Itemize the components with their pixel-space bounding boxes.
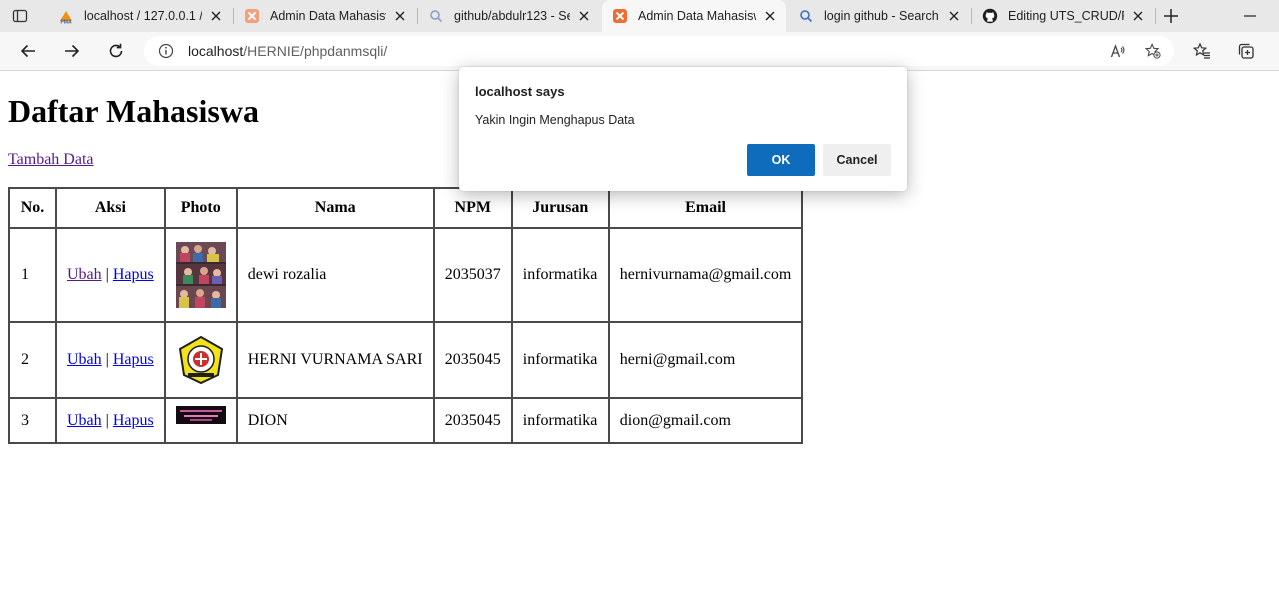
tab-title: Admin Data Mahasisw [270,9,386,23]
cell-nama: dewi rozalia [235,227,435,323]
tab-github-search[interactable]: github/abdulr123 - Se [418,0,600,32]
cell-nama: HERNI VURNAMA SARI [235,321,435,399]
url-path: /HERNIE/phpdanmsqli/ [243,43,388,59]
cell-no: 1 [8,227,57,323]
column-header-npm: NPM [432,187,513,229]
search-icon [428,8,444,24]
close-icon[interactable] [946,8,962,24]
cell-no: 3 [8,397,57,444]
tab-phpmyadmin[interactable]: PMA localhost / 127.0.0.1 / t [48,0,232,32]
tab-github-editing[interactable]: Editing UTS_CRUD/RE [972,0,1154,32]
search-icon [798,8,814,24]
edit-link[interactable]: Ubah [67,412,102,429]
cell-aksi: Ubah | Hapus [55,227,166,323]
cell-npm: 2035045 [432,397,513,444]
xampp-icon [612,8,628,24]
delete-link[interactable]: Hapus [113,351,154,368]
column-header-no: No. [8,187,57,229]
close-icon[interactable] [392,8,408,24]
cell-nama: DION [235,397,435,444]
tab-title: Admin Data Mahasisw [638,9,756,23]
cell-no: 2 [8,321,57,399]
action-separator: | [105,351,109,368]
column-header-nama: Nama [235,187,435,229]
cell-npm: 2035045 [432,321,513,399]
table-header-row: No. Aksi Photo Nama NPM Jurusan Email [8,187,804,229]
url-text[interactable]: localhost/HERNIE/phpdanmsqli/ [188,43,387,59]
cell-photo [163,321,238,399]
student-photo-logo [178,335,223,385]
edit-link[interactable]: Ubah [67,351,102,368]
dialog-message: Yakin Ingin Menghapus Data [475,113,635,127]
confirm-dialog: localhost says Yakin Ingin Menghapus Dat… [459,67,907,191]
table-row: 1 Ubah | Hapus dewi rozalia 2035037 info… [8,227,804,323]
cell-email: herni@gmail.com [607,321,804,399]
action-separator: | [105,266,109,283]
forward-icon[interactable] [60,39,84,63]
address-bar[interactable]: localhost/HERNIE/phpdanmsqli/ [144,36,1174,66]
add-data-link[interactable]: Tambah Data [8,151,94,169]
close-icon[interactable] [1130,8,1146,24]
read-aloud-icon[interactable] [1110,43,1126,59]
new-tab-icon[interactable] [1160,6,1182,26]
favorites-icon[interactable] [1190,39,1214,63]
cell-email: dion@gmail.com [607,397,804,444]
action-separator: | [105,411,109,429]
favorite-add-icon[interactable] [1145,43,1161,59]
edit-link[interactable]: Ubah [67,266,102,283]
column-header-email: Email [607,187,804,229]
column-header-aksi: Aksi [55,187,166,229]
tab-title: Editing UTS_CRUD/RE [1008,9,1124,23]
tab-admin-data-1[interactable]: Admin Data Mahasisw [234,0,416,32]
collections-icon[interactable] [1234,39,1258,63]
refresh-icon[interactable] [104,39,128,63]
tab-title: github/abdulr123 - Se [454,9,570,23]
cell-jurusan: informatika [510,321,610,399]
cell-photo [163,397,238,444]
back-icon[interactable] [16,39,40,63]
cell-photo [163,227,238,323]
dialog-title: localhost says [475,84,565,99]
browser-toolbar: localhost/HERNIE/phpdanmsqli/ [0,32,1279,71]
xampp-icon [244,8,260,24]
page-title: Daftar Mahasiswa [8,93,259,129]
minimize-icon[interactable] [1238,8,1262,24]
student-photo-banner [175,405,226,424]
delete-link[interactable]: Hapus [113,266,154,283]
close-icon[interactable] [762,8,778,24]
students-table: No. Aksi Photo Nama NPM Jurusan Email 1 … [8,187,804,444]
tab-login-github[interactable]: login github - Search [788,0,970,32]
tab-admin-data-active[interactable]: Admin Data Mahasisw [602,0,786,32]
tab-actions-icon[interactable] [12,8,28,24]
site-info-icon[interactable] [158,43,174,59]
github-icon [982,8,998,24]
table-row: 2 Ubah | Hapus HERNI VURNAMA SARI 203504… [8,321,804,399]
delete-link[interactable]: Hapus [113,412,154,429]
cell-jurusan: informatika [510,397,610,444]
tab-title: localhost / 127.0.0.1 / t [84,9,202,23]
student-photo-group [175,242,226,308]
cell-npm: 2035037 [432,227,513,323]
table-row: 3 Ubah | Hapus DION 2035045 informatika … [8,397,804,444]
svg-text:PMA: PMA [60,20,72,25]
phpmyadmin-icon: PMA [58,8,74,24]
url-host: localhost [188,43,244,59]
column-header-jurusan: Jurusan [510,187,610,229]
tab-divider [1155,8,1156,24]
cancel-button[interactable]: Cancel [823,144,891,176]
cell-aksi: Ubah | Hapus [55,397,166,444]
tab-title: login github - Search [824,9,939,23]
ok-button[interactable]: OK [747,144,815,176]
close-icon[interactable] [208,8,224,24]
cell-email: hernivurnama@gmail.com [607,227,804,323]
close-icon[interactable] [576,8,592,24]
cell-jurusan: informatika [510,227,610,323]
column-header-photo: Photo [163,187,238,229]
tab-strip: PMA localhost / 127.0.0.1 / t Admin Data… [0,0,1279,32]
cell-aksi: Ubah | Hapus [55,321,166,399]
